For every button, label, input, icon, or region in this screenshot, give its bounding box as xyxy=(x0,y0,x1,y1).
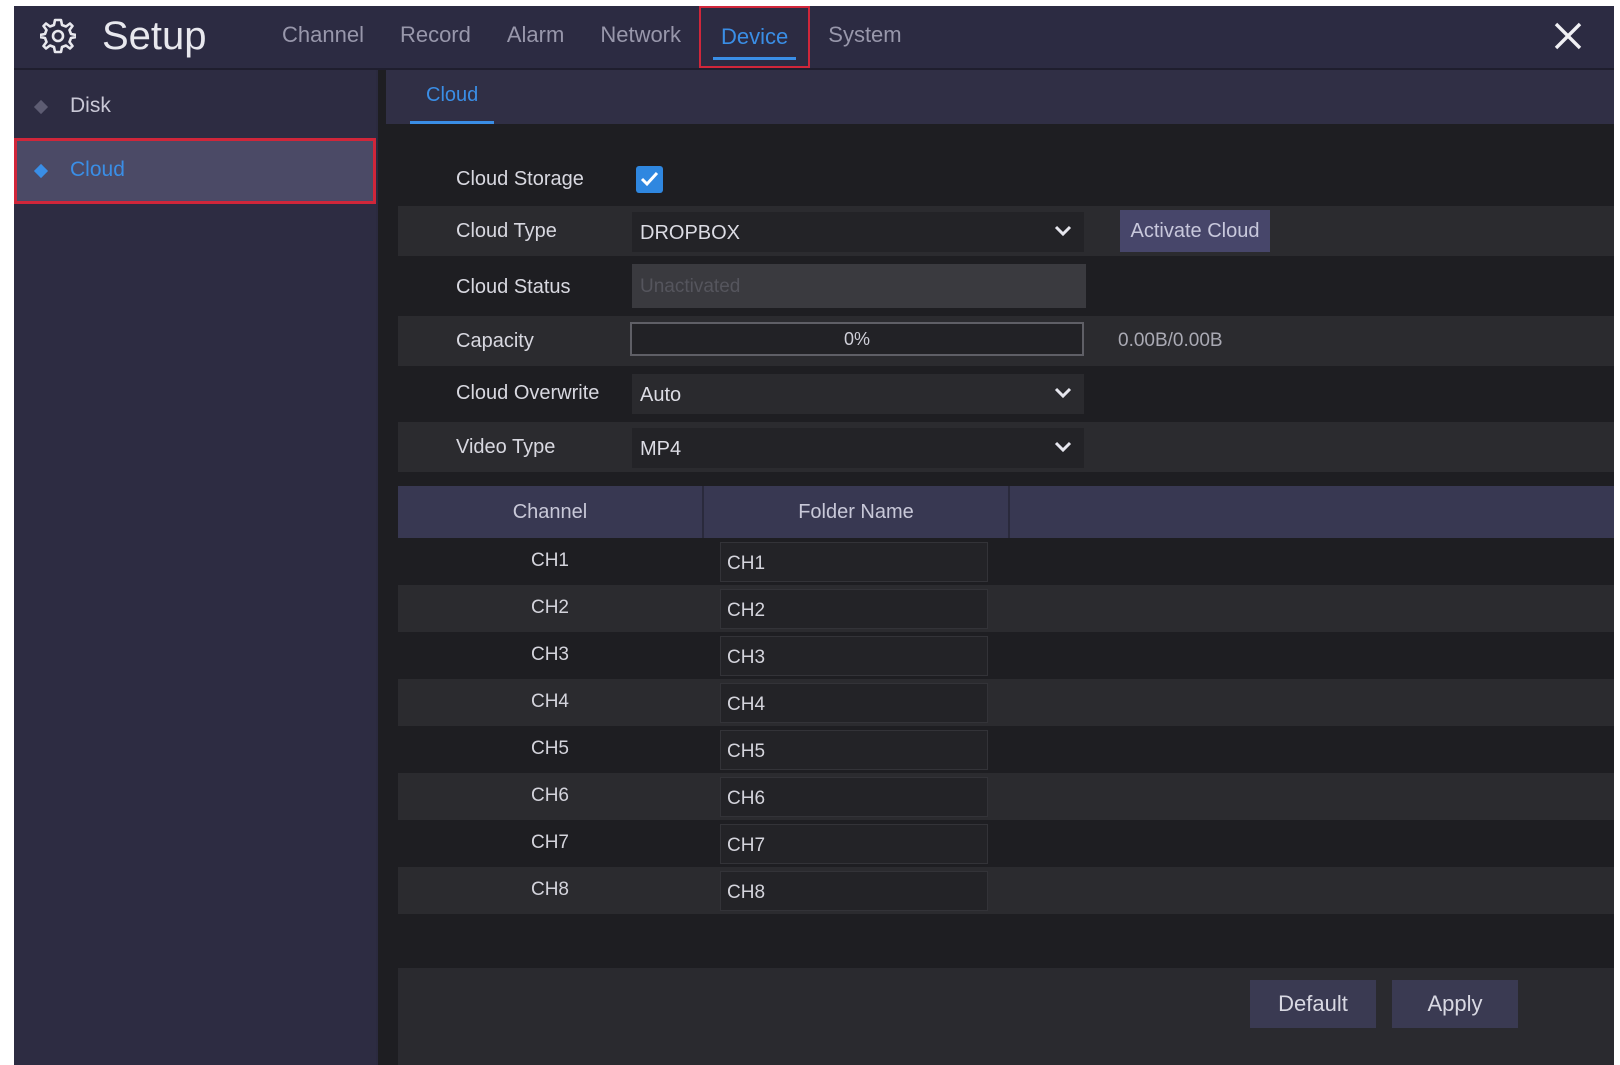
video-type-value: MP4 xyxy=(640,438,682,460)
folder-name-value: CH4 xyxy=(727,694,766,715)
capacity-usage: 0.00B/0.00B xyxy=(1118,330,1223,351)
folder-name-value: CH7 xyxy=(727,835,766,856)
folder-name-value: CH6 xyxy=(727,788,766,809)
tab-alarm[interactable]: Alarm xyxy=(489,6,582,68)
sub-tab-bar: Cloud xyxy=(386,70,1614,124)
cloud-storage-label: Cloud Storage xyxy=(456,168,584,190)
content-panel: Cloud Cloud Storage Cloud Type DROPBOX A… xyxy=(378,70,1614,1065)
video-type-select[interactable]: MP4 xyxy=(632,428,1084,468)
folder-name-input[interactable]: CH1 xyxy=(720,542,988,582)
sidebar-item-label: Disk xyxy=(70,94,111,117)
table-row: CH6 CH6 xyxy=(398,773,1614,820)
footer-bar: Default Apply xyxy=(398,968,1614,1065)
chevron-down-icon xyxy=(1054,225,1072,237)
subtab-cloud[interactable]: Cloud xyxy=(410,70,495,124)
cloud-overwrite-select[interactable]: Auto xyxy=(632,374,1084,414)
table-row: CH2 CH2 xyxy=(398,585,1614,632)
cloud-overwrite-row: Cloud Overwrite Auto xyxy=(398,368,1614,418)
folder-name-value: CH5 xyxy=(727,741,766,762)
default-button[interactable]: Default xyxy=(1250,980,1376,1028)
channel-cell: CH2 xyxy=(530,597,569,618)
table-row: CH5 CH5 xyxy=(398,726,1614,773)
table-header: Channel Folder Name xyxy=(398,486,1614,538)
tab-channel[interactable]: Channel xyxy=(264,6,382,68)
cloud-status-label: Cloud Status xyxy=(456,276,571,298)
activate-cloud-button[interactable]: Activate Cloud xyxy=(1120,210,1270,252)
folder-name-value: CH2 xyxy=(727,600,766,621)
folder-name-input[interactable]: CH5 xyxy=(720,730,988,770)
capacity-progress-bar: 0% xyxy=(630,322,1084,356)
channel-cell: CH8 xyxy=(530,879,569,900)
folder-name-input[interactable]: CH4 xyxy=(720,683,988,723)
table-row: CH8 CH8 xyxy=(398,867,1614,914)
folder-name-input[interactable]: CH3 xyxy=(720,636,988,676)
table-row: CH1 CH1 xyxy=(398,538,1614,585)
capacity-label: Capacity xyxy=(456,330,534,352)
cloud-status-row: Cloud Status Unactivated xyxy=(398,262,1614,312)
table-row: CH7 CH7 xyxy=(398,820,1614,867)
cloud-status-value: Unactivated xyxy=(640,276,741,297)
folder-name-value: CH8 xyxy=(727,882,766,903)
column-header-folder-name: Folder Name xyxy=(704,486,1010,538)
video-type-label: Video Type xyxy=(456,436,556,458)
tab-system[interactable]: System xyxy=(810,6,919,68)
diamond-icon xyxy=(33,163,49,179)
folder-name-input[interactable]: CH2 xyxy=(720,589,988,629)
page-title: Setup xyxy=(102,14,207,58)
folder-name-input[interactable]: CH6 xyxy=(720,777,988,817)
sidebar-item-label: Cloud xyxy=(70,158,125,181)
folder-name-value: CH1 xyxy=(727,553,766,574)
channel-cell: CH7 xyxy=(530,832,569,853)
table-row: CH4 CH4 xyxy=(398,679,1614,726)
tab-device[interactable]: Device xyxy=(699,6,811,68)
cloud-status-field: Unactivated xyxy=(632,264,1086,308)
tab-network[interactable]: Network xyxy=(582,6,699,68)
diamond-icon xyxy=(33,99,49,115)
channel-cell: CH1 xyxy=(530,550,569,571)
channel-cell: CH5 xyxy=(530,738,569,759)
chevron-down-icon xyxy=(1054,441,1072,453)
channel-cell: CH6 xyxy=(530,785,569,806)
main-tabs: Channel Record Alarm Network Device Syst… xyxy=(264,6,920,68)
cloud-type-value: DROPBOX xyxy=(640,222,741,244)
sidebar: Disk Cloud xyxy=(14,70,376,1065)
check-icon xyxy=(640,171,659,187)
cloud-type-select[interactable]: DROPBOX xyxy=(632,212,1084,252)
chevron-down-icon xyxy=(1054,387,1072,399)
setup-window: Setup Channel Record Alarm Network Devic… xyxy=(14,6,1614,1065)
table-row: CH3 CH3 xyxy=(398,632,1614,679)
folder-name-value: CH3 xyxy=(727,647,766,668)
folder-name-input[interactable]: CH8 xyxy=(720,871,988,911)
top-bar: Setup Channel Record Alarm Network Devic… xyxy=(14,6,1614,70)
close-icon[interactable] xyxy=(1548,16,1588,56)
channel-cell: CH3 xyxy=(530,644,569,665)
column-header-channel: Channel xyxy=(398,486,704,538)
tab-record[interactable]: Record xyxy=(382,6,489,68)
video-type-row: Video Type MP4 xyxy=(398,422,1614,472)
apply-button[interactable]: Apply xyxy=(1392,980,1518,1028)
gear-icon xyxy=(40,18,76,54)
capacity-percent: 0% xyxy=(843,329,870,349)
cloud-storage-checkbox[interactable] xyxy=(636,166,663,193)
sidebar-item-disk[interactable]: Disk xyxy=(14,74,376,140)
folder-name-input[interactable]: CH7 xyxy=(720,824,988,864)
sidebar-item-cloud[interactable]: Cloud xyxy=(14,138,376,204)
cloud-storage-row: Cloud Storage xyxy=(398,154,1614,204)
channel-cell: CH4 xyxy=(530,691,569,712)
cloud-overwrite-value: Auto xyxy=(640,384,682,406)
column-header-empty xyxy=(1010,486,1614,538)
cloud-overwrite-label: Cloud Overwrite xyxy=(456,382,600,404)
cloud-type-label: Cloud Type xyxy=(456,220,557,242)
cloud-type-row: Cloud Type DROPBOX Activate Cloud xyxy=(398,206,1614,256)
capacity-row: Capacity 0% 0.00B/0.00B xyxy=(398,316,1614,366)
